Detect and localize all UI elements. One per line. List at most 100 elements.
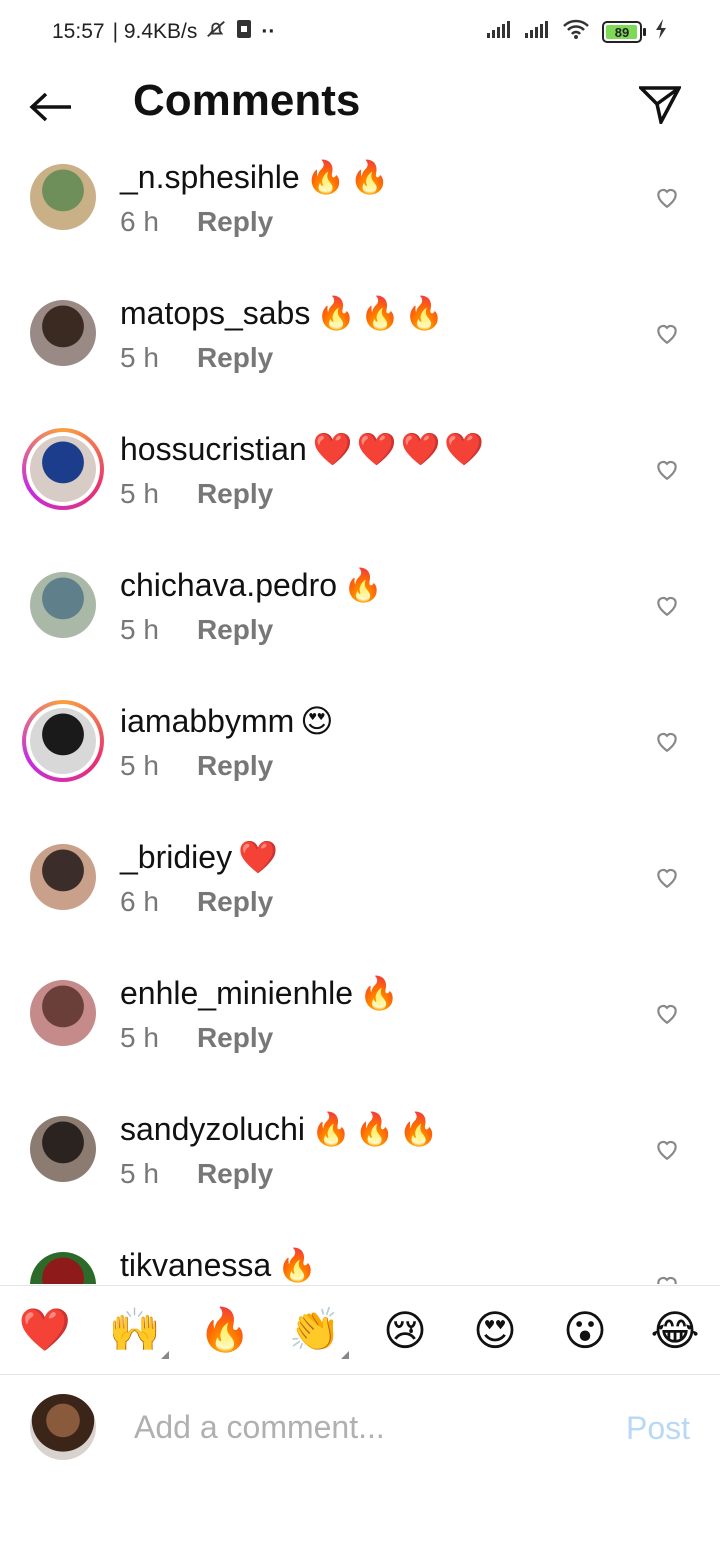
comment-body: chichava.pedro 🔥 5 h Reply <box>120 566 387 646</box>
avatar <box>30 1394 96 1460</box>
comment-row: matops_sabs 🔥🔥🔥 5 h Reply <box>0 284 720 420</box>
post-button[interactable]: Post <box>626 1410 690 1447</box>
comment-body: iamabbymm 😍 5 h Reply <box>120 702 338 782</box>
avatar-wrapper[interactable] <box>30 300 96 366</box>
comment-time: 5 h <box>120 750 159 781</box>
comment-meta: 5 h Reply <box>120 614 387 646</box>
reply-button[interactable]: Reply <box>197 1158 273 1190</box>
comment-list[interactable]: _n.sphesihle 🔥🔥 6 h Reply matops_sabs 🔥🔥🔥 5 hR… <box>0 148 720 1284</box>
avatar-wrapper[interactable] <box>30 164 96 230</box>
comment-username[interactable]: tikvanessa <box>120 1247 271 1283</box>
comment-username[interactable]: enhle_minienhle <box>120 975 353 1011</box>
heart-outline-icon[interactable] <box>654 592 680 618</box>
share-button[interactable] <box>636 80 684 128</box>
battery-icon: 89 <box>602 21 646 43</box>
comment-text: sandyzoluchi 🔥🔥🔥 <box>120 1110 443 1148</box>
red-heart-emoji[interactable]: ❤️ <box>15 1306 75 1355</box>
comment-username[interactable]: sandyzoluchi <box>120 1111 305 1147</box>
heart-eyes-emoji[interactable]: 😍 <box>465 1306 525 1355</box>
comment-time: 5 h <box>120 614 159 645</box>
battery-percent: 89 <box>614 24 630 40</box>
heart-outline-icon[interactable] <box>654 184 680 210</box>
avatar <box>30 436 96 502</box>
sim-icon <box>235 18 253 46</box>
fire-emoji[interactable]: 🔥 <box>195 1306 255 1355</box>
back-button[interactable] <box>26 82 76 132</box>
comment-row: _bridiey ❤️ 6 h Reply <box>0 828 720 964</box>
page-title: Comments <box>133 76 361 125</box>
comment-body: matops_sabs 🔥🔥🔥 5 h Reply <box>120 294 448 374</box>
heart-outline-icon[interactable] <box>654 728 680 754</box>
signal-icon <box>524 19 550 45</box>
reaction-glyph: ❤️ <box>18 1305 72 1353</box>
comment-emoji: 🔥🔥🔥 <box>316 295 448 331</box>
comment-text: enhle_minienhle 🔥 <box>120 974 403 1012</box>
reply-button[interactable]: Reply <box>197 206 273 238</box>
signal-icon <box>486 19 512 45</box>
reaction-glyph: 🔥 <box>198 1305 252 1353</box>
reply-button[interactable]: Reply <box>197 478 273 510</box>
comment-username[interactable]: _bridiey <box>120 839 232 875</box>
heart-outline-icon[interactable] <box>654 864 680 890</box>
reply-button[interactable]: Reply <box>197 342 273 374</box>
comment-text: iamabbymm 😍 <box>120 702 338 740</box>
raising-hands-emoji[interactable]: 🙌 <box>105 1305 169 1359</box>
tears-of-joy-emoji[interactable]: 😂 <box>645 1306 705 1355</box>
reply-button[interactable]: Reply <box>197 614 273 646</box>
heart-outline-icon[interactable] <box>654 1272 680 1284</box>
status-bar: 15:57 | 9.4KB/s ·· 89 <box>0 0 720 64</box>
reply-button[interactable]: Reply <box>197 886 273 918</box>
comment-row: tikvanessa 🔥 <box>0 1236 720 1284</box>
comment-username[interactable]: hossucristian <box>120 431 307 467</box>
comment-time: 5 h <box>120 1158 159 1189</box>
heart-outline-icon[interactable] <box>654 1000 680 1026</box>
comment-emoji: 🔥 <box>277 1247 322 1283</box>
comment-time: 6 h <box>120 886 159 917</box>
variant-indicator-icon <box>161 1350 169 1359</box>
clapping-hands-emoji[interactable]: 👏 <box>285 1305 349 1359</box>
comment-emoji: 🔥🔥 <box>305 159 394 195</box>
reaction-glyph: 👏 <box>288 1305 342 1353</box>
avatar <box>30 1116 96 1182</box>
avatar-wrapper[interactable] <box>30 572 96 638</box>
comment-row: hossucristian ❤️❤️❤️❤️ 5 h Reply <box>0 420 720 556</box>
reply-button[interactable]: Reply <box>197 1022 273 1054</box>
heart-outline-icon[interactable] <box>654 456 680 482</box>
comment-text: tikvanessa 🔥 <box>120 1246 321 1284</box>
status-left: 15:57 | 9.4KB/s ·· <box>52 18 275 46</box>
comment-row: enhle_minienhle 🔥 5 h Reply <box>0 964 720 1100</box>
avatar-wrapper[interactable] <box>22 700 104 782</box>
avatar-wrapper[interactable] <box>30 1252 96 1284</box>
reply-button[interactable]: Reply <box>197 750 273 782</box>
heart-outline-icon[interactable] <box>654 1136 680 1162</box>
avatar-wrapper[interactable] <box>30 980 96 1046</box>
comment-text: chichava.pedro 🔥 <box>120 566 387 604</box>
comment-time: 6 h <box>120 206 159 237</box>
avatar <box>30 844 96 910</box>
more-dots-icon: ·· <box>261 20 276 43</box>
comment-input[interactable] <box>132 1398 596 1456</box>
comment-meta: 5 h Reply <box>120 750 338 782</box>
comment-username[interactable]: matops_sabs <box>120 295 310 331</box>
comment-username[interactable]: _n.sphesihle <box>120 159 300 195</box>
avatar-wrapper[interactable] <box>30 1116 96 1182</box>
heart-outline-icon[interactable] <box>654 320 680 346</box>
avatar <box>30 300 96 366</box>
reaction-glyph: 🙌 <box>108 1305 162 1353</box>
comment-meta: 5 h Reply <box>120 1022 403 1054</box>
avatar-wrapper[interactable] <box>22 428 104 510</box>
comment-emoji: 🔥🔥🔥 <box>311 1111 443 1147</box>
clock: 15:57 <box>52 20 105 43</box>
comment-username[interactable]: chichava.pedro <box>120 567 337 603</box>
quick-reaction-bar: ❤️ 🙌 🔥 👏 😢 😍 😮 😂 <box>0 1285 720 1375</box>
wifi-icon <box>562 18 590 46</box>
avatar-wrapper[interactable] <box>30 844 96 910</box>
crying-face-emoji[interactable]: 😢 <box>375 1306 435 1355</box>
comment-username[interactable]: iamabbymm <box>120 703 294 739</box>
comment-text: matops_sabs 🔥🔥🔥 <box>120 294 448 332</box>
comment-meta: 5 h Reply <box>120 1158 443 1190</box>
avatar <box>30 980 96 1046</box>
surprised-face-emoji[interactable]: 😮 <box>555 1306 615 1355</box>
reaction-glyph: 😍 <box>473 1306 517 1354</box>
charging-icon <box>654 18 668 46</box>
